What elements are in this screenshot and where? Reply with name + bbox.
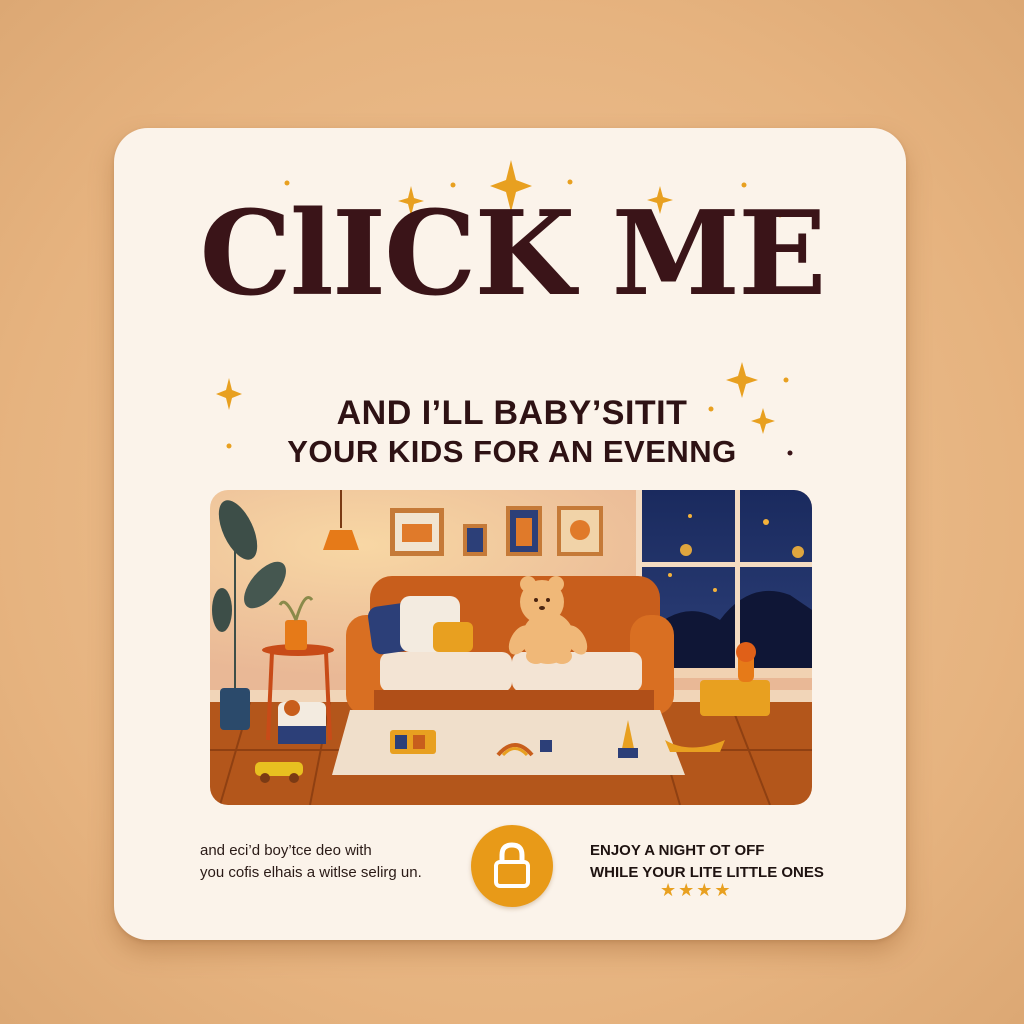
plant-pot [220, 688, 250, 730]
sparkle-icon [726, 362, 758, 398]
star-rating: ★★★★ [660, 880, 733, 901]
dot-icon [284, 180, 290, 186]
lock-icon [494, 842, 530, 888]
lock-button[interactable] [471, 825, 553, 907]
footer-right-line-1: ENJOY A NIGHT OT OFF [590, 842, 765, 859]
footer-left-text: and eci’d boy’tce deo with you cofis elh… [200, 840, 440, 884]
living-room-illustration [210, 490, 812, 805]
headline: ClICK ME [199, 186, 826, 322]
dot-icon [783, 377, 789, 383]
dot-icon [567, 179, 573, 185]
footer-left-line-1: and eci’d boy’tce deo with [200, 842, 372, 859]
footer-right-text: ENJOY A NIGHT OT OFF WHILE YOUR LITE LIT… [590, 840, 850, 884]
footer-left-line-2: you cofis elhais a witlse selirg un. [200, 863, 422, 881]
subheadline-line-2: YOUR KIDS FOR AN EVENNG [287, 434, 737, 469]
subheadline-line-1: AND I’LL BABY’SITIT [336, 394, 688, 432]
toy-basket [700, 680, 770, 716]
